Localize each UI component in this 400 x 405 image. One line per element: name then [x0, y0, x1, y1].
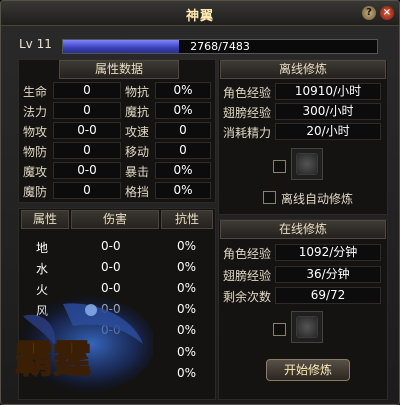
attr-value: 0: [155, 122, 211, 139]
element-resist: 0%: [177, 323, 197, 337]
offline-label: 翅膀经验: [223, 106, 272, 120]
game-logo: 霸霆: [14, 296, 153, 392]
element-header-damage: 伤害: [71, 210, 159, 229]
online-slot-checkbox[interactable]: [273, 323, 286, 336]
level-label: Lv 11: [19, 37, 52, 51]
element-resist: 0%: [177, 260, 197, 274]
offline-value: 20/小时: [275, 123, 381, 140]
element-damage: 0-0: [101, 260, 121, 274]
attr-value: 0%: [155, 82, 211, 99]
online-value: 36/分钟: [275, 266, 381, 283]
attr-value: 0%: [155, 162, 211, 179]
exp-bar: 2768/7483: [62, 39, 378, 54]
offline-label: 角色经验: [223, 86, 272, 100]
attr-value: 0: [53, 182, 121, 199]
element-resist: 0%: [177, 366, 197, 380]
element-header-resist: 抗性: [161, 210, 213, 229]
close-button[interactable]: ×: [380, 6, 394, 20]
element-damage: 0-0: [101, 281, 121, 295]
logo-text: 霸霆: [15, 336, 91, 381]
element-resist: 0%: [177, 302, 197, 316]
online-label: 角色经验: [223, 247, 272, 261]
attr-value: 0-0: [53, 122, 121, 139]
online-label: 翅膀经验: [223, 269, 272, 283]
offline-header: 离线修炼: [220, 60, 386, 79]
attr-label: 魔抗: [125, 105, 150, 119]
element-name: 地: [36, 241, 49, 255]
attr-label: 攻速: [125, 125, 150, 139]
attr-value: 0: [53, 82, 121, 99]
attr-value: 0%: [155, 182, 211, 199]
element-name: 水: [36, 262, 49, 276]
attr-label: 魔攻: [23, 165, 48, 179]
attr-label: 魔防: [23, 185, 48, 199]
online-header: 在线修炼: [220, 220, 386, 239]
exp-text: 2768/7483: [190, 40, 250, 53]
element-resist: 0%: [177, 345, 197, 359]
offline-slot-checkbox[interactable]: [273, 160, 286, 173]
offline-auto-checkbox[interactable]: [263, 191, 276, 204]
attr-label: 法力: [23, 105, 48, 119]
online-item-slot[interactable]: [291, 311, 323, 343]
title-bar[interactable]: 神翼 ? ×: [1, 1, 399, 26]
attr-label: 物抗: [125, 85, 150, 99]
online-label: 剩余次数: [223, 290, 272, 304]
attr-label: 移动: [125, 145, 150, 159]
start-training-button[interactable]: 开始修炼: [266, 359, 350, 381]
attr-value: 0: [155, 142, 211, 159]
attr-value: 0: [53, 142, 121, 159]
attr-label: 物攻: [23, 125, 48, 139]
online-value: 69/72: [275, 287, 381, 304]
element-resist: 0%: [177, 239, 197, 253]
offline-item-slot[interactable]: [291, 148, 323, 180]
element-header-attr: 属性: [21, 210, 69, 229]
offline-value: 10910/小时: [275, 83, 381, 100]
wing-icon: [296, 153, 318, 175]
wing-icon: [296, 316, 318, 338]
element-resist: 0%: [177, 281, 197, 295]
offline-auto-label: 离线自动修炼: [281, 192, 354, 206]
attr-value: 0: [53, 102, 121, 119]
attr-label: 生命: [23, 85, 48, 99]
attr-label: 暴击: [125, 165, 150, 179]
offline-value: 300/小时: [275, 103, 381, 120]
offline-label: 消耗精力: [223, 126, 272, 140]
online-value: 1092/分钟: [275, 244, 381, 261]
attr-value: 0-0: [53, 162, 121, 179]
attr-value: 0%: [155, 102, 211, 119]
window-title: 神翼: [185, 9, 214, 24]
attr-label: 物防: [23, 145, 48, 159]
element-damage: 0-0: [101, 239, 121, 253]
attributes-header: 属性数据: [59, 60, 179, 79]
help-button[interactable]: ?: [362, 6, 376, 20]
wing-training-window: 神翼 ? × Lv 11 2768/7483 属性数据 生命 0 法力 0 物攻…: [0, 0, 400, 405]
attr-label: 格挡: [125, 185, 150, 199]
